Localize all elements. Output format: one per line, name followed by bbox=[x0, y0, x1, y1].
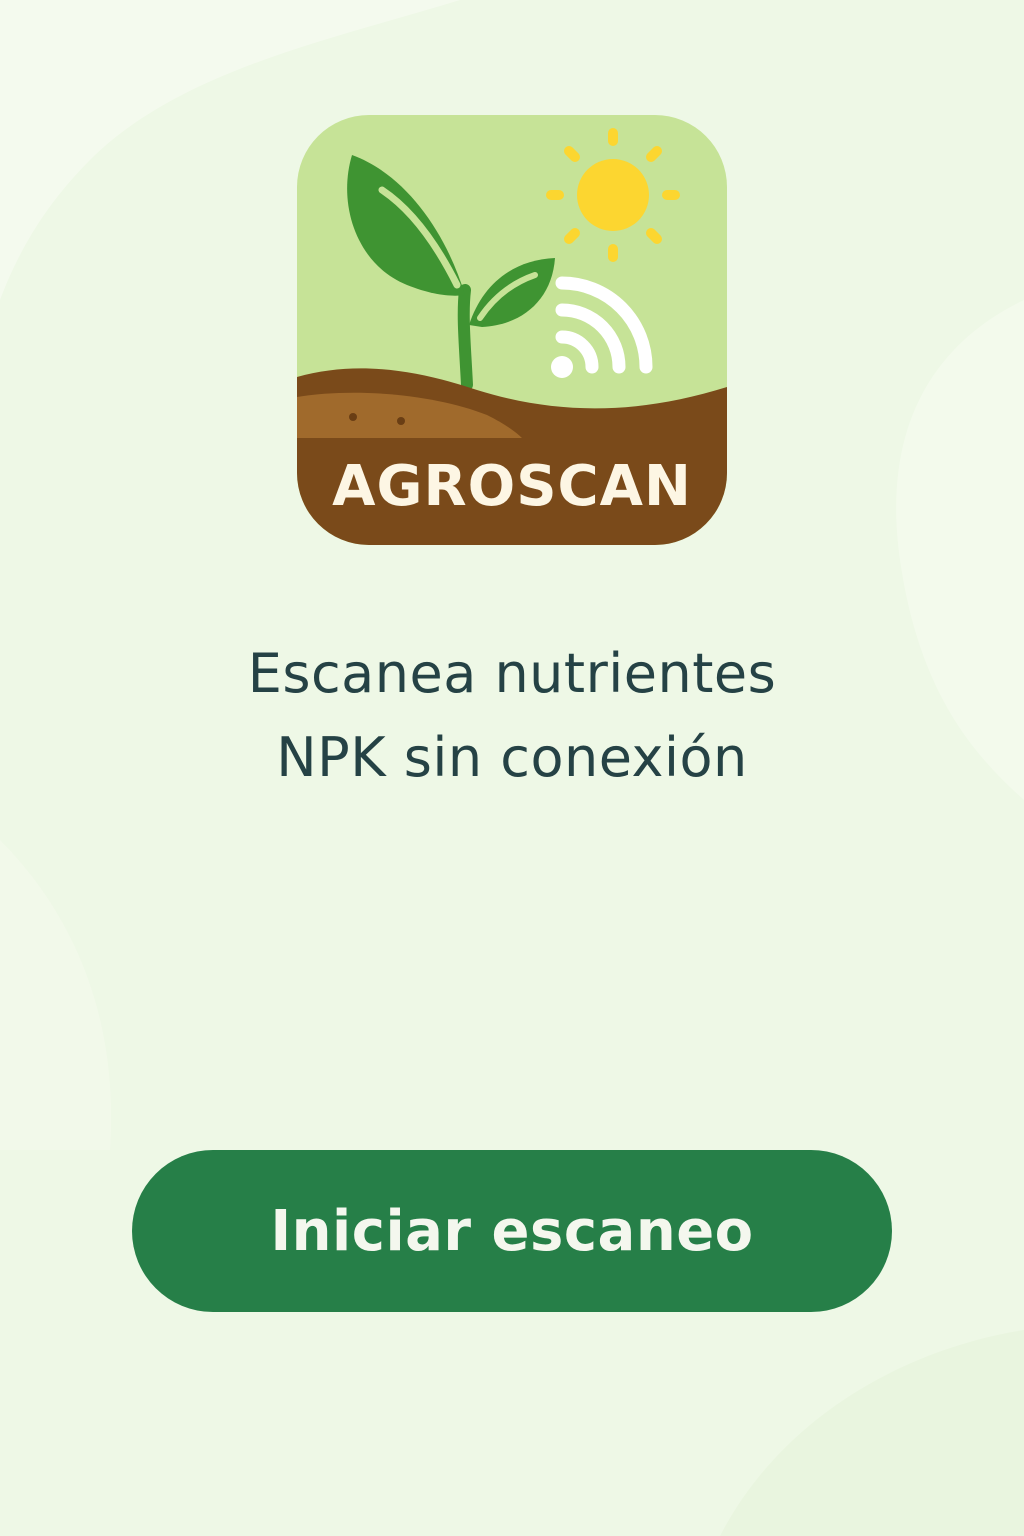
tagline: Escanea nutrientes NPK sin conexión bbox=[112, 632, 912, 800]
tagline-line-1: Escanea nutrientes bbox=[247, 642, 777, 705]
agroscan-logo-icon: AGROSCAN bbox=[297, 115, 727, 545]
tagline-line-2: NPK sin conexión bbox=[276, 726, 748, 789]
logo-text: AGROSCAN bbox=[332, 454, 692, 519]
start-scan-button[interactable]: Iniciar escaneo bbox=[132, 1150, 892, 1312]
